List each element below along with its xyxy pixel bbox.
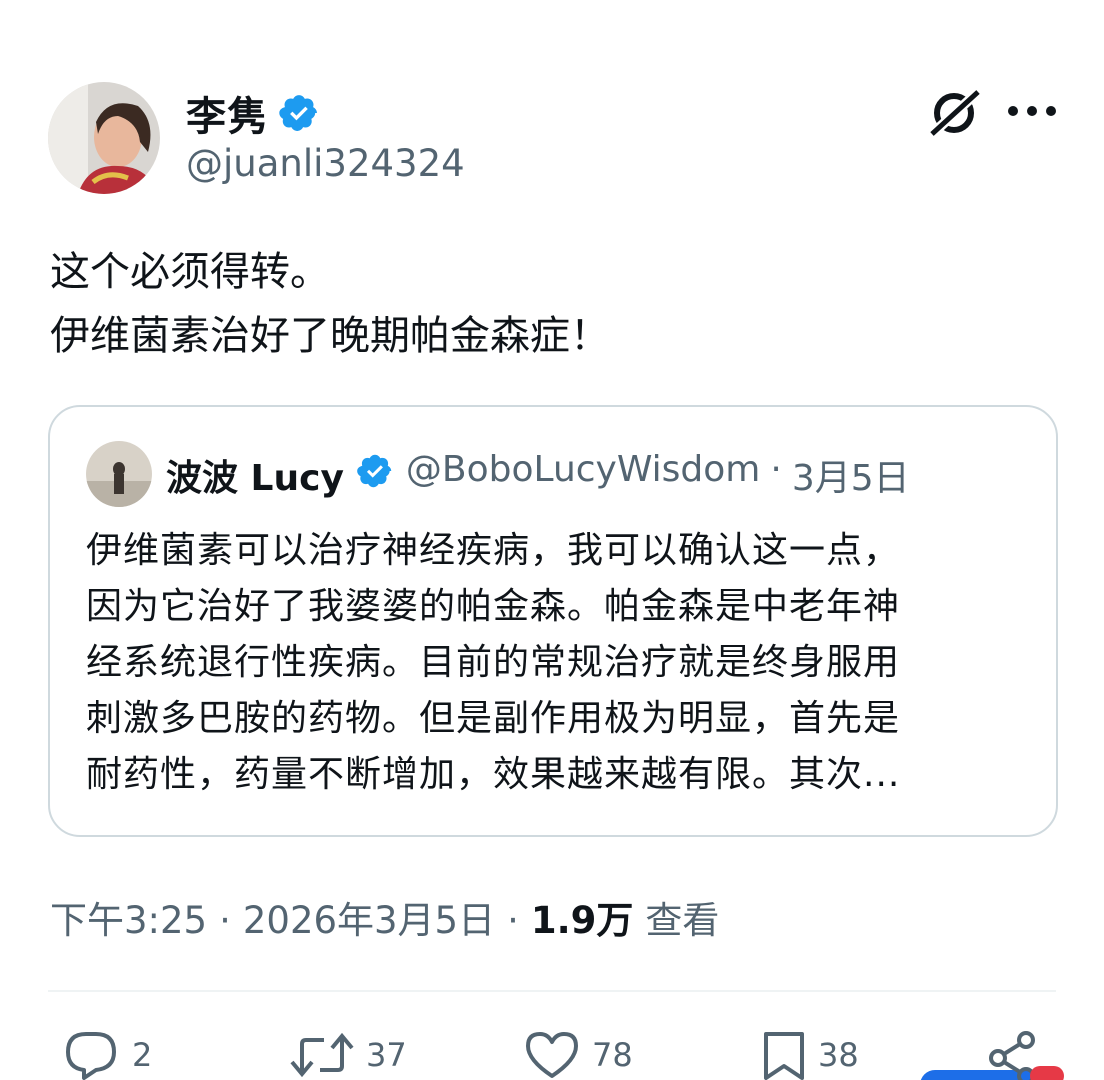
quoted-date[interactable]: 3月5日	[792, 449, 910, 501]
quoted-text-line: 因为它治好了我婆婆的帕金森。帕金森是中老年神	[86, 586, 901, 627]
bookmark-button[interactable]: 38	[762, 1030, 859, 1080]
author-avatar[interactable]	[48, 82, 160, 194]
tweet-text-line: 伊维菌素治好了晚期帕金森症！	[50, 313, 610, 359]
quoted-handle[interactable]: @BoboLucyWisdom	[406, 449, 760, 501]
repost-button[interactable]: 37	[290, 1030, 407, 1080]
quoted-text-line: 经系统退行性疾病。目前的常规治疗就是终身服用	[86, 642, 901, 683]
views-count[interactable]: 1.9万	[531, 890, 634, 944]
tweet-text-line: 这个必须得转。	[50, 249, 330, 295]
reply-button[interactable]: 2	[62, 1030, 152, 1080]
repost-icon	[290, 1030, 354, 1080]
reply-icon	[62, 1030, 120, 1080]
tweet-time[interactable]: 下午3:25	[50, 890, 207, 944]
meta-separator: ·	[219, 899, 231, 942]
like-count: 78	[592, 1036, 633, 1074]
author-display-name[interactable]: 李隽	[186, 84, 268, 142]
views-label: 查看	[645, 899, 720, 942]
quoted-display-name[interactable]: 波波 Lucy	[166, 449, 344, 501]
quoted-meta: @BoboLucyWisdom · 3月5日	[406, 449, 910, 501]
verified-badge-icon[interactable]	[278, 92, 320, 134]
quoted-text-line: 耐药性，药量不断增加，效果越来越有限。其次...	[86, 754, 901, 795]
bookmark-icon	[762, 1030, 806, 1080]
notification-dot	[1030, 1066, 1064, 1080]
meta-separator: ·	[507, 899, 519, 942]
author-name-row[interactable]: 李隽	[186, 84, 320, 142]
quoted-text-line: 伊维菌素可以治疗神经疾病，我可以确认这一点，	[86, 530, 901, 571]
tweet-date[interactable]: 2026年3月5日	[243, 890, 495, 944]
quoted-tweet-card[interactable]: 波波 Lucy @BoboLucyWisdom · 3月5日 伊维菌素可以治疗神…	[48, 405, 1058, 837]
repost-count: 37	[366, 1036, 407, 1074]
author-handle[interactable]: @juanli324324	[186, 142, 465, 185]
quoted-separator: ·	[770, 449, 782, 490]
bookmark-count: 38	[818, 1036, 859, 1074]
quoted-author-avatar[interactable]	[86, 441, 152, 507]
tweet-text: 这个必须得转。 伊维菌素治好了晚期帕金森症！	[50, 240, 610, 368]
tweet-meta: 下午3:25 · 2026年3月5日 · 1.9万 查看	[50, 890, 719, 944]
more-dots-icon[interactable]	[1008, 106, 1056, 118]
divider	[48, 990, 1056, 992]
reply-count: 2	[132, 1036, 153, 1074]
like-button[interactable]: 78	[524, 1030, 633, 1080]
quoted-text: 伊维菌素可以治疗神经疾病，我可以确认这一点， 因为它治好了我婆婆的帕金森。帕金森…	[86, 523, 1026, 803]
verified-badge-icon	[356, 452, 394, 499]
heart-icon	[524, 1030, 580, 1080]
quoted-header: 波波 Lucy @BoboLucyWisdom · 3月5日	[166, 449, 910, 501]
grok-icon[interactable]	[924, 86, 984, 140]
quoted-text-line: 刺激多巴胺的药物。但是副作用极为明显，首先是	[86, 698, 901, 739]
